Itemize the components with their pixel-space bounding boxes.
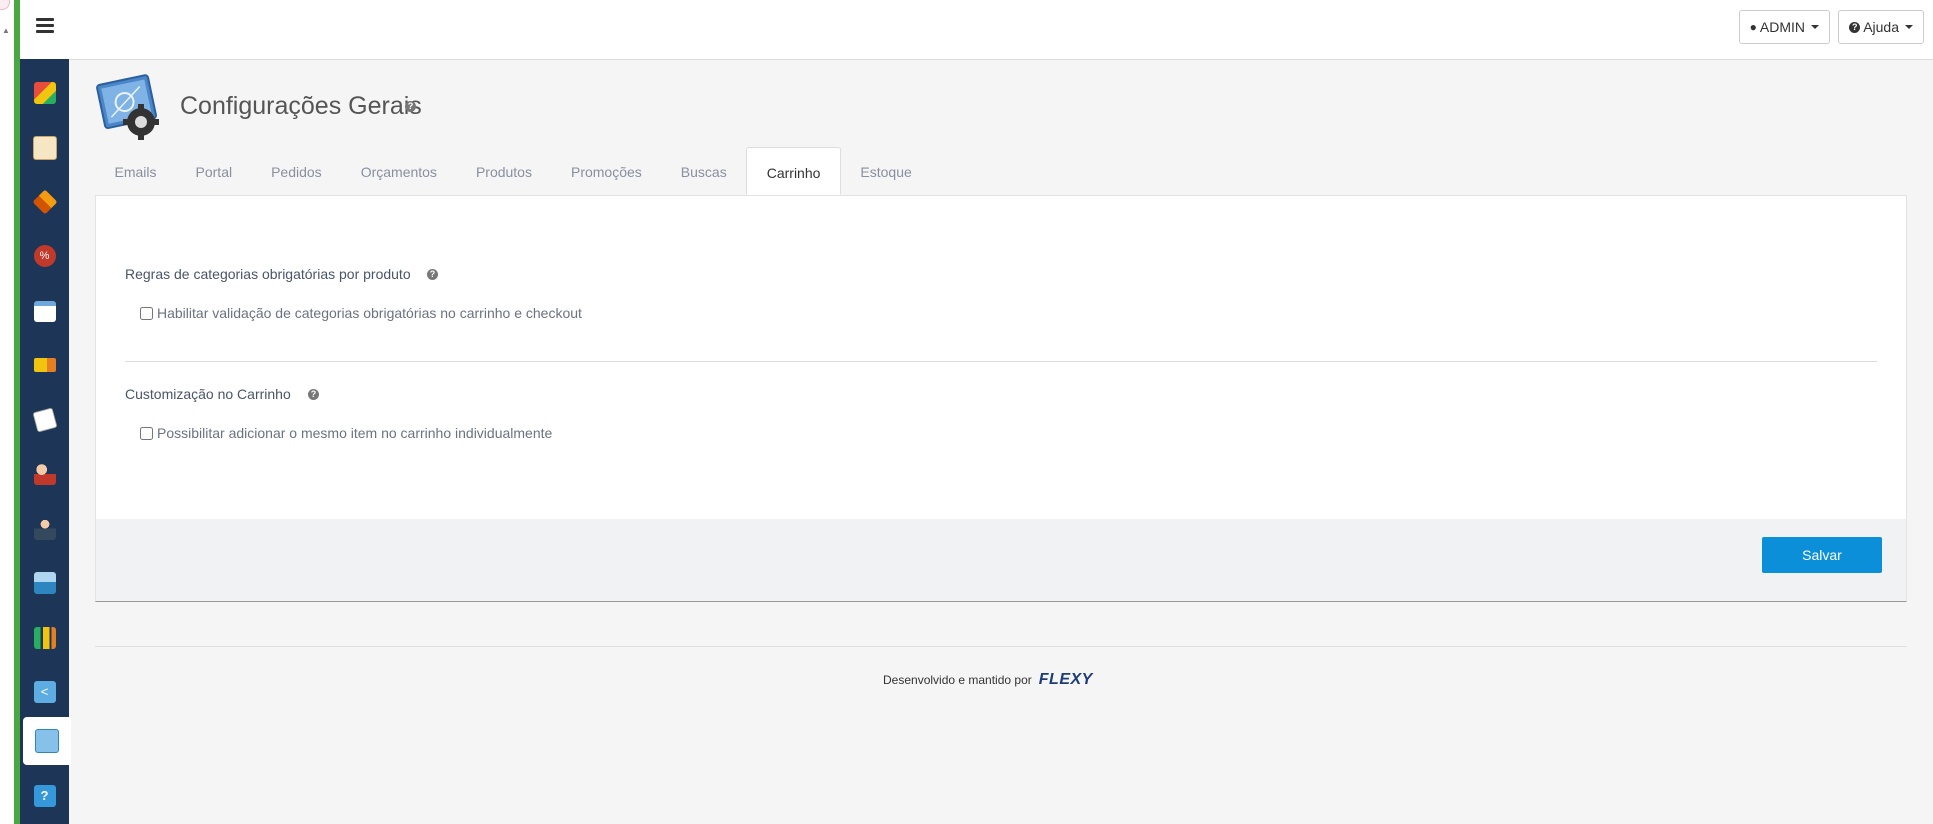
footer-divider xyxy=(95,646,1907,647)
sidebar-item-catalog[interactable] xyxy=(20,124,69,172)
settings-tabs: Emails Portal Pedidos Orçamentos Produto… xyxy=(95,147,931,195)
user-icon xyxy=(33,518,56,540)
sidebar-item-settings[interactable] xyxy=(23,717,71,765)
documents-icon xyxy=(32,407,57,433)
tab-pedidos[interactable]: Pedidos xyxy=(252,147,342,195)
tab-orcamentos[interactable]: Orçamentos xyxy=(341,147,456,195)
individual-item-checkbox[interactable] xyxy=(140,426,153,440)
user-menu-label: ADMIN xyxy=(1759,19,1805,35)
question-circle-icon[interactable]: ? xyxy=(308,389,319,400)
question-circle-icon[interactable]: ? xyxy=(405,101,416,112)
sidebar-item-payments[interactable] xyxy=(20,287,69,335)
page-title: Configurações Gerais xyxy=(180,92,422,120)
sidebar-item-integrations[interactable]: < xyxy=(20,668,69,716)
packages-icon xyxy=(32,189,57,215)
user-menu-button[interactable]: ● ADMIN xyxy=(1738,10,1830,44)
scroll-up-arrow[interactable]: ▲ xyxy=(2,26,10,35)
section-title-cart-customization: Customização no Carrinho xyxy=(125,386,291,402)
tab-emails[interactable]: Emails xyxy=(95,147,176,195)
footer-credit: Desenvolvido e mantido por FLEXY xyxy=(883,671,1093,689)
chevron-down-icon xyxy=(1811,25,1819,29)
tab-produtos[interactable]: Produtos xyxy=(456,147,551,195)
help-menu-label: Ajuda xyxy=(1863,19,1899,35)
sidebar-item-delivery[interactable] xyxy=(20,341,69,389)
hamburger-menu-icon[interactable] xyxy=(36,18,54,34)
sidebar-item-products[interactable] xyxy=(20,69,69,117)
section-title-required-categories: Regras de categorias obrigatórias por pr… xyxy=(125,266,411,282)
window-edge: ▲ xyxy=(0,0,15,824)
required-categories-checkbox[interactable] xyxy=(140,306,153,320)
footer-text: Desenvolvido e mantido por xyxy=(883,673,1032,687)
question-circle-icon[interactable]: ? xyxy=(427,269,438,280)
sidebar-item-users[interactable] xyxy=(20,505,69,553)
tab-carrinho[interactable]: Carrinho xyxy=(746,147,841,195)
customers-icon xyxy=(33,463,56,485)
sidebar-header xyxy=(20,0,69,59)
top-bar: ● ADMIN ? Ajuda xyxy=(69,0,1933,60)
settings-panel: Regras de categorias obrigatórias por pr… xyxy=(95,195,1907,602)
individual-item-label: Possibilitar adicionar o mesmo item no c… xyxy=(157,425,553,441)
panel-footer: Salvar xyxy=(96,519,1906,601)
help-menu-button[interactable]: ? Ajuda xyxy=(1838,10,1924,44)
delivery-truck-icon xyxy=(33,358,56,372)
sidebar-item-packages[interactable] xyxy=(20,178,69,226)
share-icon: < xyxy=(33,681,56,703)
help-icon: ? xyxy=(33,785,56,807)
sidebar-item-discounts[interactable]: % xyxy=(20,232,69,280)
flexy-logo[interactable]: FLEXY xyxy=(1039,671,1093,689)
section-divider xyxy=(125,361,1877,362)
card-icon xyxy=(33,300,56,322)
question-circle-icon: ? xyxy=(1849,21,1861,33)
sidebar: % < ? xyxy=(20,0,71,824)
settings-page-icon xyxy=(96,74,159,140)
reports-icon xyxy=(33,627,56,649)
user-icon-small: ● xyxy=(1749,20,1757,34)
sidebar-item-store[interactable] xyxy=(20,559,69,607)
tab-buscas[interactable]: Buscas xyxy=(661,147,746,195)
discount-icon: % xyxy=(33,245,56,267)
sidebar-item-customers[interactable] xyxy=(20,450,69,498)
individual-item-option[interactable]: Possibilitar adicionar o mesmo item no c… xyxy=(140,425,552,441)
required-categories-label: Habilitar validação de categorias obriga… xyxy=(157,305,582,321)
sidebar-item-documents[interactable] xyxy=(20,396,69,444)
tab-portal[interactable]: Portal xyxy=(176,147,252,195)
catalog-icon xyxy=(32,136,57,160)
products-box-icon xyxy=(33,82,56,104)
save-button[interactable]: Salvar xyxy=(1762,537,1882,573)
sidebar-item-reports[interactable] xyxy=(20,614,69,662)
sidebar-item-help[interactable]: ? xyxy=(20,772,69,820)
edge-dot xyxy=(0,0,10,10)
settings-icon xyxy=(35,729,59,753)
chevron-down-icon xyxy=(1905,25,1913,29)
tab-promocoes[interactable]: Promoções xyxy=(551,147,661,195)
store-icon xyxy=(33,572,56,594)
tab-estoque[interactable]: Estoque xyxy=(841,147,931,195)
required-categories-option[interactable]: Habilitar validação de categorias obriga… xyxy=(140,305,582,321)
